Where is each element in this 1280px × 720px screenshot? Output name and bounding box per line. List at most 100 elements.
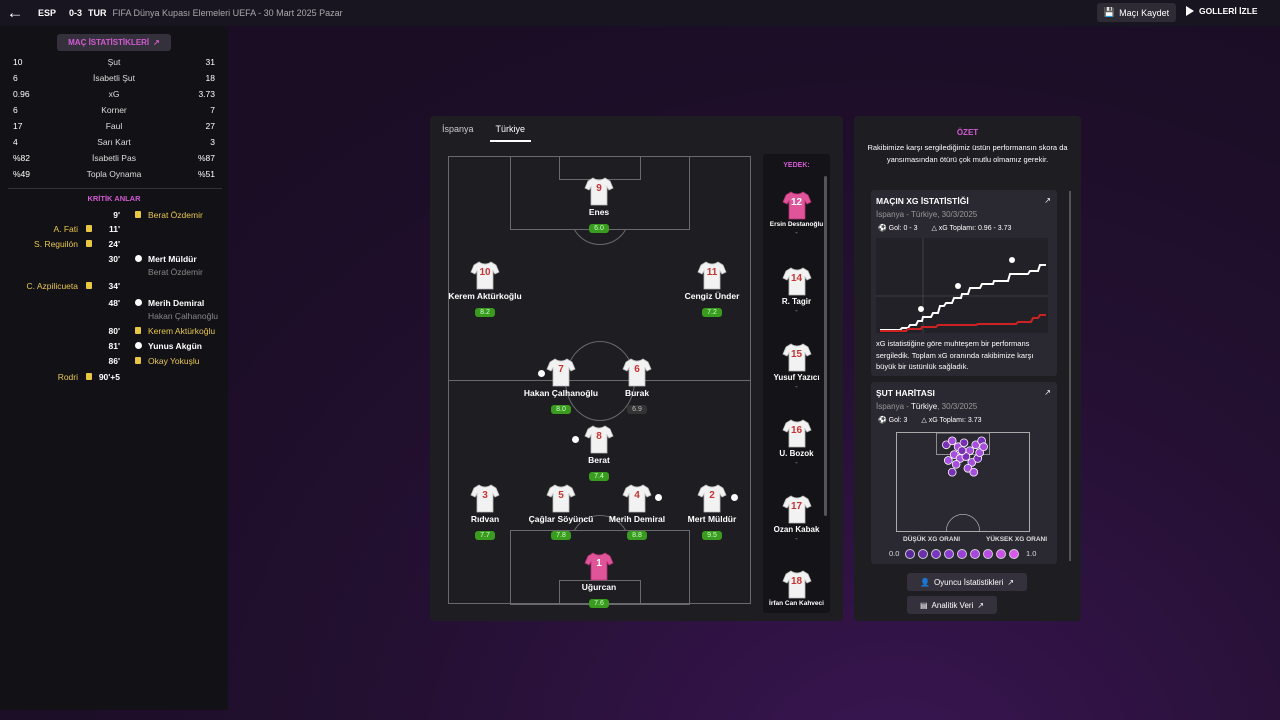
stat-label: Topla Oynama <box>86 169 142 179</box>
substitute-card[interactable]: 18 İrfan Can Kahveci <box>763 569 830 607</box>
moment-minute: 30' <box>108 254 120 264</box>
moment-minute: 34' <box>108 281 120 291</box>
player-name: Burak <box>624 388 650 398</box>
shirt-icon: 1 <box>584 551 614 581</box>
substitute-card[interactable]: 14 R. Tagir - <box>763 266 830 315</box>
shot-map-meta: İspanya - Türkiye, 30/3/2025 <box>876 402 977 411</box>
assist-player: Hakan Çalhanoğlu <box>148 311 218 321</box>
player-rating: 7.6 <box>589 599 609 608</box>
player-stats-button[interactable]: 👤 Oyuncu İstatistikleri ↗ <box>907 573 1027 591</box>
player-card[interactable]: 1 Uğurcan 7.6 <box>559 551 639 610</box>
player-card[interactable]: 10 Kerem Aktürkoğlu 8.2 <box>445 260 525 319</box>
shot-marker <box>947 436 957 446</box>
key-moment: 11' A. Fati <box>0 222 228 236</box>
substitute-card[interactable]: 15 Yusuf Yazıcı - <box>763 342 830 391</box>
watch-label: GOLLERİ İZLE <box>1199 6 1258 16</box>
yellow-card-icon <box>86 240 92 247</box>
stat-away-value: %51 <box>197 169 215 179</box>
shot-marker <box>947 467 957 477</box>
meta-post: , 30/3/2025 <box>937 402 978 411</box>
goal-icon <box>572 436 579 443</box>
shot-map-card: ŞUT HARİTASI ↗ İspanya - Türkiye, 30/3/2… <box>871 382 1057 564</box>
player-card[interactable]: 2 Mert Müldür 9.5 <box>672 483 752 542</box>
shirt-number: 7 <box>558 364 564 375</box>
player-name: Rıdvan <box>470 514 500 524</box>
player-card[interactable]: 4 Merih Demiral 8.8 <box>597 483 677 542</box>
summary-scrollbar[interactable] <box>1069 191 1071 561</box>
shot-map-title: ŞUT HARİTASI <box>876 388 935 398</box>
stat-row: 6 Korner 7 <box>0 102 228 118</box>
expand-icon[interactable]: ↗ <box>1044 388 1051 397</box>
shirt-number: 2 <box>709 490 715 501</box>
player-name: Kerem Aktürkoğlu <box>448 291 522 301</box>
goal-icon <box>135 299 142 306</box>
high-xg-label: YÜKSEK XG ORANI <box>986 536 1048 543</box>
play-icon <box>1186 6 1194 16</box>
expand-icon: ↗ <box>153 38 160 47</box>
home-player: Rodri <box>57 372 78 382</box>
player-name: Berat <box>588 455 610 465</box>
player-rating: 8.8 <box>627 531 647 540</box>
player-card[interactable]: 8 Berat 7.4 <box>559 424 639 483</box>
key-moment: 24' S. Reguilón <box>0 237 228 251</box>
key-moment: 81' Yunus Akgün <box>0 339 228 353</box>
shirt-icon: 18 <box>781 569 812 599</box>
match-date: 30 Mart 2025 Pazar <box>263 8 343 18</box>
shirt-icon: 14 <box>781 266 812 296</box>
key-moments-title: KRİTİK ANLAR <box>87 194 141 203</box>
expand-icon[interactable]: ↗ <box>1044 196 1051 205</box>
analytics-button[interactable]: ▤ Analitik Veri ↗ <box>907 596 997 614</box>
key-moment: 9' Berat Özdemir <box>0 208 228 222</box>
moment-minute: 9' <box>113 210 120 220</box>
player-card[interactable]: 6 Burak 6.9 <box>597 357 677 416</box>
xg-scale-dot <box>1009 549 1019 559</box>
match-stats-button[interactable]: MAÇ İSTATİSTİKLERİ ↗ <box>57 34 171 51</box>
stat-away-value: %87 <box>197 153 215 163</box>
shirt-number: 10 <box>479 267 491 278</box>
shot-map-stats: ⚽ Gol: 3 △ xG Toplamı: 3.73 <box>878 416 981 424</box>
shirt-icon: 2 <box>697 483 727 513</box>
team-tabs: İspanya Türkiye <box>442 122 532 142</box>
xg-total-text: xG Toplamı: 0.96 - 3.73 <box>938 225 1012 232</box>
bar-chart-icon: ▤ <box>919 600 928 610</box>
player-name: Cengiz Ünder <box>684 291 740 301</box>
player-name: Ersin Destanoğlu <box>769 221 824 228</box>
shirt-icon: 10 <box>470 260 500 290</box>
shirt-number: 4 <box>634 490 640 501</box>
substitute-card[interactable]: 12 Ersin Destanoğlu - <box>763 190 830 237</box>
player-card[interactable]: 7 Hakan Çalhanoğlu 8.0 <box>521 357 601 416</box>
shirt-icon: 6 <box>622 357 652 387</box>
shirt-number: 9 <box>596 183 602 194</box>
shirt-icon: 15 <box>781 342 812 372</box>
substitute-card[interactable]: 16 U. Bozok - <box>763 418 830 467</box>
home-player: S. Reguilón <box>34 239 78 249</box>
competition-name: FIFA Dünya Kupası Elemeleri UEFA <box>112 8 256 18</box>
save-label: Maçı Kaydet <box>1119 7 1170 18</box>
player-rating: 6.9 <box>627 405 647 414</box>
tab-turkey[interactable]: Türkiye <box>489 122 532 142</box>
scoreline: ESP 0-3 TUR <box>38 8 107 18</box>
substitute-card[interactable]: 17 Ozan Kabak - <box>763 494 830 543</box>
away-player: Merih Demiral <box>148 298 205 308</box>
score: 0-3 <box>69 8 83 18</box>
player-card[interactable]: 9 Enes 6.0 <box>559 176 639 235</box>
away-player: Berat Özdemir <box>148 210 203 220</box>
player-rating: 8.2 <box>475 308 495 317</box>
xg-total-info: △ xG Toplamı: 0.96 - 3.73 <box>931 225 1012 232</box>
moment-minute: 86' <box>108 356 120 366</box>
xg-card-title: MAÇIN XG İSTATİSTİĞİ <box>876 196 969 206</box>
back-arrow-icon[interactable]: ← <box>0 0 30 26</box>
xg-card-text: xG istatistiğine göre muhteşem bir perfo… <box>876 339 1034 372</box>
watch-goals-button[interactable]: GOLLERİ İZLE <box>1186 6 1258 16</box>
player-card[interactable]: 5 Çağlar Söyüncü 7.8 <box>521 483 601 542</box>
top-bar: ← ESP 0-3 TUR FIFA Dünya Kupası Elemeleri … <box>0 0 1280 26</box>
match-stats-panel: MAÇ İSTATİSTİKLERİ ↗ 10 Şut 31 6 İsabetli Şu… <box>0 26 228 710</box>
player-card[interactable]: 3 Rıdvan 7.7 <box>445 483 525 542</box>
player-name: U. Bozok <box>779 449 814 458</box>
save-match-button[interactable]: 💾 Maçı Kaydet <box>1097 3 1176 22</box>
tab-spain[interactable]: İspanya <box>442 122 474 142</box>
stat-label: Korner <box>101 105 127 115</box>
goal-marker-icon <box>1009 257 1015 263</box>
player-card[interactable]: 11 Cengiz Ünder 7.2 <box>672 260 752 319</box>
away-abbr: TUR <box>88 8 107 18</box>
